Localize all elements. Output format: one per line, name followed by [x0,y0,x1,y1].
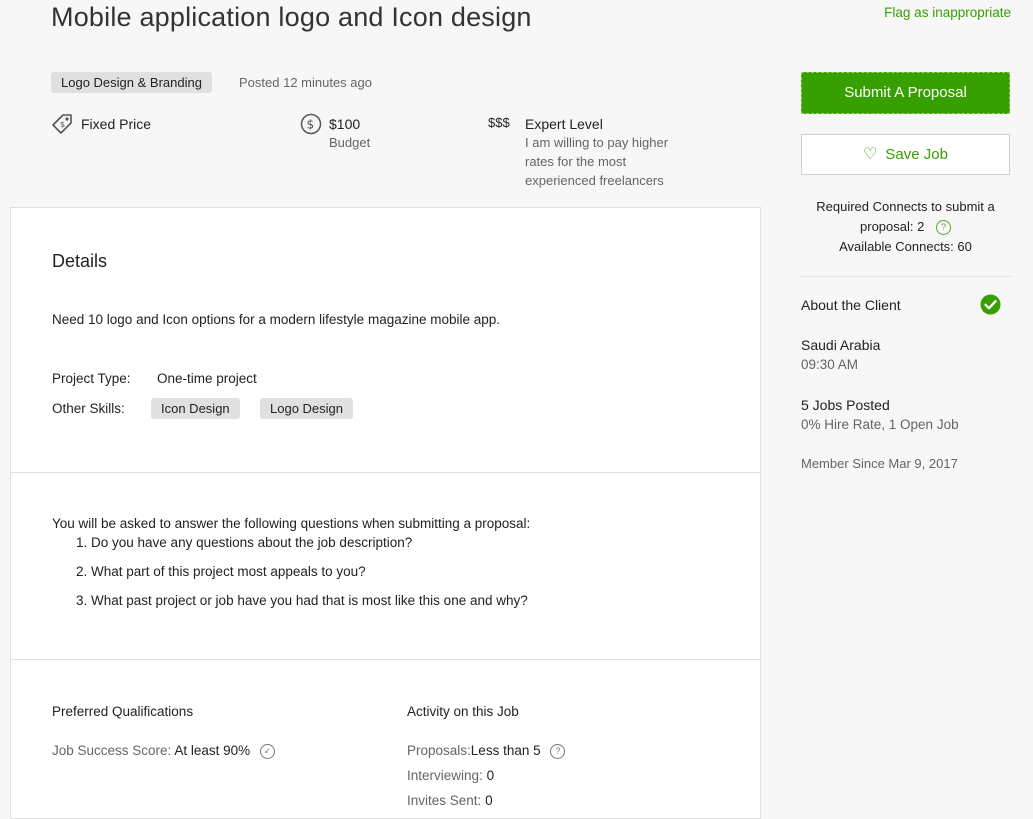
client-member-since: Member Since Mar 9, 2017 [801,456,958,471]
dollar-icon: $ [300,113,322,135]
job-success-score: Job Success Score: At least 90% ✓ [52,743,275,759]
about-client-heading: About the Client [801,297,901,313]
connects-required-text: proposal: 2 [860,219,925,234]
price-type: Fixed Price [81,116,152,132]
level-desc-line: rates for the most [525,154,627,169]
save-job-button[interactable]: ♡ Save Job [801,134,1010,175]
details-heading: Details [52,251,108,271]
sidebar-divider [801,276,1011,277]
activity-invites: Invites Sent: 0 [407,793,493,808]
interviewing-value: 0 [486,768,495,783]
details-panel: Details Need 10 logo and Icon options fo… [10,207,761,473]
svg-text:$: $ [307,118,315,132]
posted-time: Posted 12 minutes ago [239,75,372,90]
activity-proposals: Proposals:Less than 5 ? [407,743,566,759]
jss-value: At least 90% [174,743,251,758]
skill-tag-logo-design[interactable]: Logo Design [260,398,353,419]
project-type-value: One-time project [157,371,257,386]
client-local-time: 09:30 AM [801,357,859,372]
level-desc-line: I am willing to pay higher [525,135,669,150]
activity-heading: Activity on this Job [407,704,519,719]
budget-value: $100 [329,116,361,132]
level-dollars-icon: $$$ [488,115,510,130]
svg-text:$: $ [60,120,65,129]
flag-inappropriate-link[interactable]: Flag as inappropriate [884,5,1011,20]
question-mark-icon[interactable]: ? [550,743,566,759]
question-item: 2. What part of this project most appeal… [76,564,366,579]
save-job-label: Save Job [885,146,948,163]
budget-label: Budget [329,135,371,150]
question-item: 3. What past project or job have you had… [76,593,528,608]
client-jobs-posted: 5 Jobs Posted [801,397,890,413]
level-desc-line: experienced freelancers [525,173,664,188]
qualifications-heading: Preferred Qualifications [52,704,194,719]
skill-tag-icon-design[interactable]: Icon Design [151,398,240,419]
question-mark-icon[interactable]: ? [935,220,951,236]
questions-intro: You will be asked to answer the followin… [52,516,531,531]
job-description: Need 10 logo and Icon options for a mode… [52,312,501,327]
other-skills-label: Other Skills: [52,401,125,416]
level-description: I am willing to pay higher rates for the… [525,133,668,190]
connects-info: Required Connects to submit a proposal: … [801,197,1010,257]
activity-interviewing: Interviewing: 0 [407,768,494,783]
interviewing-label: Interviewing: [407,768,483,783]
invites-value: 0 [485,793,493,808]
project-type-label: Project Type: [52,371,131,386]
qualifications-activity-panel: Preferred Qualifications Job Success Sco… [10,659,761,819]
proposals-label: Proposals: [407,743,471,758]
jss-label: Job Success Score: [52,743,172,758]
submit-proposal-button[interactable]: Submit A Proposal [801,72,1010,114]
invites-label: Invites Sent: [407,793,482,808]
connects-line: Required Connects to submit a [816,199,995,214]
questions-panel: You will be asked to answer the followin… [10,473,761,660]
client-hire-rate: 0% Hire Rate, 1 Open Job [801,417,959,432]
checkmark-circle-icon: ✓ [259,743,275,759]
category-tag[interactable]: Logo Design & Branding [51,72,212,93]
verified-check-icon [980,294,1001,315]
heart-icon: ♡ [863,146,878,163]
level-title: Expert Level [525,116,603,132]
page-title: Mobile application logo and Icon design [51,2,532,32]
connects-available: Available Connects: 60 [839,239,972,254]
client-country: Saudi Arabia [801,337,881,353]
proposals-value: Less than 5 [470,743,541,758]
question-item: 1. Do you have any questions about the j… [76,535,413,550]
price-tag-icon: $ [51,113,73,135]
connects-required: proposal: 2 ? [801,217,1010,237]
